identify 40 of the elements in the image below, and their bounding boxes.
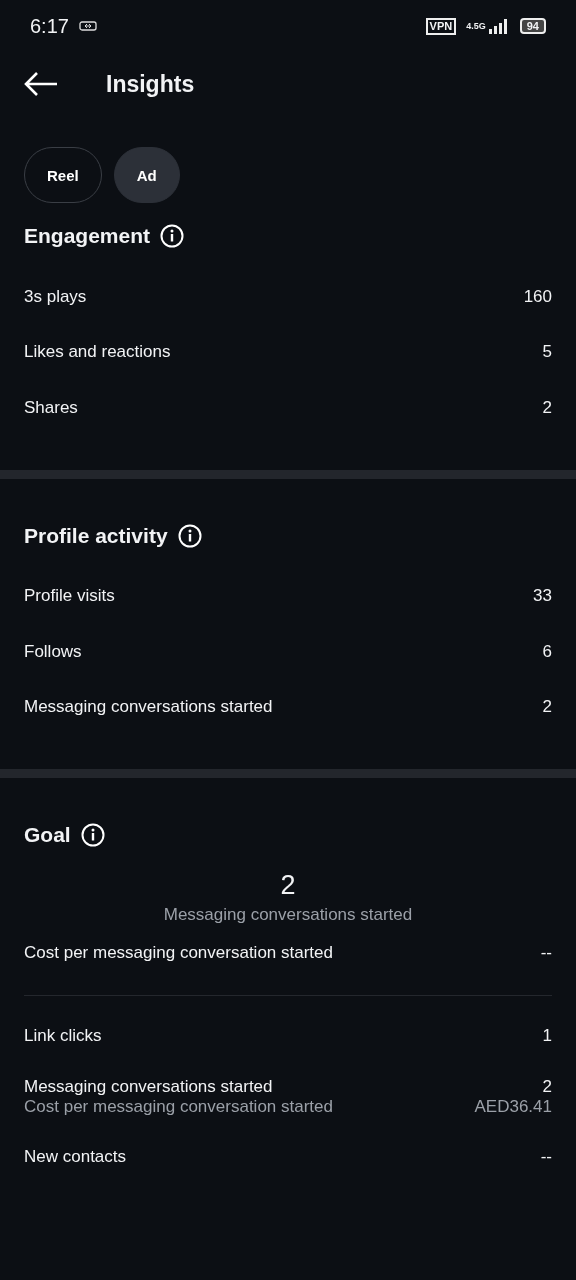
- metric-sublabel: Cost per messaging conversation started: [24, 1096, 333, 1117]
- metric-value: 1: [542, 1025, 552, 1046]
- battery-level: 94: [519, 18, 546, 34]
- metric-value: 160: [523, 286, 552, 307]
- section-title: Goal: [24, 823, 71, 847]
- metric-label: Link clicks: [24, 1025, 102, 1046]
- goal-total: 2: [280, 870, 296, 901]
- metric-label: Messaging conversations started: [24, 697, 273, 718]
- metric-label: Messaging conversations started: [24, 1076, 273, 1097]
- section-title: Profile activity: [24, 523, 168, 548]
- metric-subvalue: AED36.41: [474, 1096, 552, 1117]
- signal-icon: [487, 18, 510, 34]
- page-title: Insights: [106, 70, 195, 98]
- back-arrow-icon: [24, 72, 58, 96]
- metric-label: New contacts: [24, 1147, 127, 1168]
- info-icon: [80, 823, 105, 847]
- metric-label: 3s plays: [24, 286, 87, 307]
- back-button[interactable]: [24, 72, 58, 96]
- metric-value: 6: [542, 641, 552, 662]
- metric-label: Profile visits: [24, 586, 115, 607]
- metric-value: 5: [542, 342, 552, 363]
- metric-value: 33: [533, 586, 552, 607]
- network-type: 4.5G: [466, 21, 486, 31]
- metric-value: --: [540, 1147, 552, 1168]
- metric-value: 2: [542, 397, 552, 418]
- tab[interactable]: Ad: [113, 147, 180, 203]
- vpn-indicator: VPN: [425, 17, 457, 35]
- metric-value: 2: [542, 1076, 552, 1097]
- section-title: Engagement: [24, 224, 151, 248]
- goal-label: Messaging conversations started: [163, 905, 413, 925]
- metric-label: Cost per messaging conversation started: [24, 943, 333, 963]
- status-time: 6:17: [30, 14, 69, 38]
- metric-value: 2: [542, 697, 552, 718]
- metric-label: Follows: [24, 641, 82, 662]
- info-icon: [177, 523, 202, 548]
- metric-label: Shares: [24, 397, 78, 418]
- metric-value: --: [540, 943, 552, 963]
- info-icon: [160, 224, 185, 248]
- battery-saver-icon: [78, 21, 97, 31]
- metric-label: Likes and reactions: [24, 342, 171, 363]
